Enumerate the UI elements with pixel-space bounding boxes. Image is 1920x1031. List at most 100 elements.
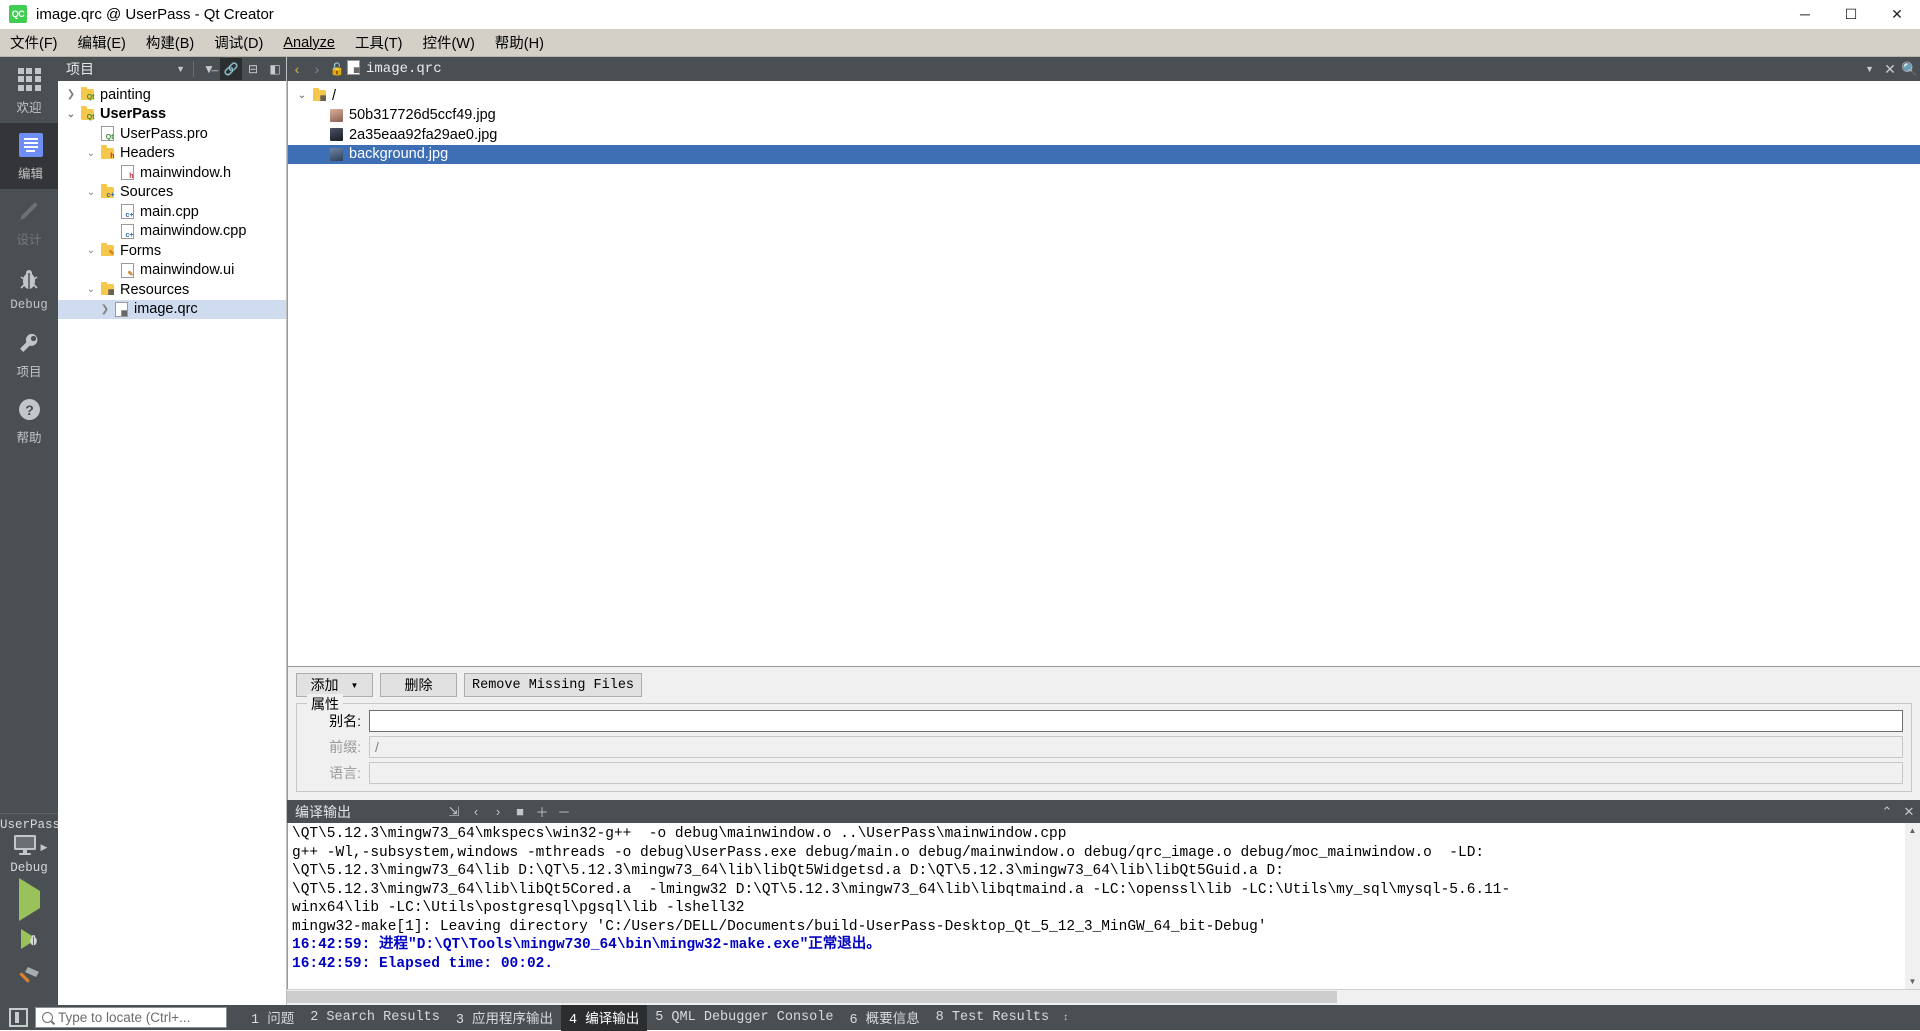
- menu-edit[interactable]: 编辑(E): [68, 29, 136, 56]
- chevron-down-icon[interactable]: ⌄: [84, 187, 98, 198]
- output-pane-title: 编译输出: [295, 803, 351, 820]
- wrap-icon[interactable]: ⇲: [443, 801, 465, 823]
- tree-item-mainwindow-h[interactable]: h mainwindow.h: [58, 163, 286, 183]
- menu-file[interactable]: 文件(F): [0, 29, 68, 56]
- output-tab-search-results[interactable]: 2 Search Results: [302, 1007, 448, 1028]
- alias-input[interactable]: [369, 710, 1903, 732]
- output-tab-application-output[interactable]: 3 应用程序输出: [448, 1004, 561, 1031]
- chevron-left-icon[interactable]: ‹: [465, 801, 487, 823]
- menu-tools[interactable]: 工具(T): [345, 29, 413, 56]
- maximize-button[interactable]: ☐: [1828, 0, 1874, 28]
- split-icon[interactable]: ⊟: [242, 58, 264, 80]
- updown-icon[interactable]: ↕: [1063, 1012, 1068, 1022]
- chevron-down-icon[interactable]: ⌄: [84, 148, 98, 159]
- alias-row: 别名:: [305, 710, 1903, 732]
- scroll-up-icon[interactable]: ▲: [1905, 823, 1920, 838]
- mode-debug[interactable]: Debug: [0, 255, 58, 321]
- output-tab-test-results[interactable]: 8 Test Results: [928, 1007, 1057, 1028]
- close-editor-icon[interactable]: ✕: [1880, 61, 1900, 78]
- output-tab-issues[interactable]: 1 问题: [243, 1004, 302, 1031]
- menu-build[interactable]: 构建(B): [136, 29, 204, 56]
- chevron-down-icon[interactable]: ▼: [176, 64, 185, 74]
- tree-item-sources[interactable]: ⌄ c+ Sources: [58, 183, 286, 203]
- forward-icon[interactable]: ›: [307, 61, 327, 77]
- tree-item-headers[interactable]: ⌄ h Headers: [58, 144, 286, 164]
- tree-item-userpass[interactable]: ⌄ Qt UserPass: [58, 105, 286, 125]
- qrc-file-row[interactable]: 50b317726d5ccf49.jpg: [288, 106, 1920, 126]
- scroll-down-icon[interactable]: ▼: [1905, 974, 1920, 989]
- chevron-up-icon[interactable]: ⌃: [1876, 801, 1898, 823]
- output-tab-qml-debugger-console[interactable]: 5 QML Debugger Console: [647, 1007, 841, 1028]
- minus-icon[interactable]: －: [553, 801, 575, 823]
- remove-missing-files-label: Remove Missing Files: [472, 677, 635, 693]
- qrc-prefix-row[interactable]: ⌄ ▦ /: [288, 86, 1920, 106]
- minimize-button[interactable]: ─: [1782, 0, 1828, 28]
- kit-caret-icon: ▶: [40, 841, 48, 852]
- debug-button[interactable]: [0, 919, 58, 959]
- output-vertical-scrollbar[interactable]: ▲ ▼: [1905, 823, 1920, 989]
- scrollbar-thumb[interactable]: [287, 991, 1337, 1003]
- menu-analyze[interactable]: Analyze: [273, 32, 345, 54]
- tree-item-userpass-pro[interactable]: Qt UserPass.pro: [58, 124, 286, 144]
- chevron-right-icon[interactable]: ›: [487, 801, 509, 823]
- output-line: \QT\5.12.3\mingw73_64\lib D:\QT\5.12.3\m…: [292, 863, 1284, 879]
- tree-item-painting[interactable]: ❯ Qt painting: [58, 85, 286, 105]
- kit-config-name: Debug: [10, 861, 48, 875]
- chevron-down-icon[interactable]: ⌄: [294, 90, 310, 101]
- output-tab-compile-output[interactable]: 4 编译输出: [561, 1004, 648, 1031]
- mode-welcome-label: 欢迎: [16, 101, 42, 115]
- menu-debug[interactable]: 调试(D): [204, 29, 273, 56]
- tree-item-mainwindow-cpp[interactable]: c+ mainwindow.cpp: [58, 222, 286, 242]
- run-button[interactable]: [0, 877, 58, 921]
- plus-icon[interactable]: ＋: [531, 801, 553, 823]
- chevron-down-icon[interactable]: ⌄: [64, 109, 78, 120]
- tree-item-main-cpp[interactable]: c+ main.cpp: [58, 202, 286, 222]
- mode-help[interactable]: ? 帮助: [0, 387, 58, 453]
- stop-icon[interactable]: ■: [509, 801, 531, 823]
- close-icon[interactable]: ✕: [1898, 801, 1920, 823]
- mode-design-label: 设计: [16, 233, 42, 247]
- remove-button[interactable]: 删除: [380, 673, 457, 697]
- tree-item-label: UserPass: [100, 106, 167, 123]
- qrc-file-tree[interactable]: ⌄ ▦ / 50b317726d5ccf49.jpg 2a35eaa92fa29…: [288, 81, 1920, 666]
- close-pane-icon[interactable]: ◧: [264, 58, 286, 80]
- chevron-down-icon[interactable]: ⌄: [84, 284, 98, 295]
- locator-input[interactable]: Type to locate (Ctrl+...: [35, 1007, 227, 1028]
- question-icon: ?: [17, 394, 42, 424]
- menu-help[interactable]: 帮助(H): [485, 29, 554, 56]
- build-button[interactable]: [0, 959, 58, 999]
- project-tree[interactable]: ❯ Qt painting ⌄ Qt UserPass Qt UserPass.…: [58, 81, 286, 1005]
- chevron-right-icon[interactable]: ❯: [98, 304, 112, 315]
- link-icon[interactable]: 🔗: [220, 58, 242, 80]
- tree-item-resources[interactable]: ⌄ ▦ Resources: [58, 280, 286, 300]
- remove-missing-files-button[interactable]: Remove Missing Files: [464, 673, 643, 697]
- chevron-right-icon[interactable]: ❯: [64, 89, 78, 100]
- qrc-file-row-selected[interactable]: background.jpg: [288, 144, 1920, 164]
- tree-item-mainwindow-ui[interactable]: ✎ mainwindow.ui: [58, 261, 286, 281]
- output-pane-body[interactable]: \QT\5.12.3\mingw73_64\mkspecs\win32-g++ …: [287, 823, 1920, 989]
- chevron-down-icon[interactable]: ▼: [351, 681, 359, 690]
- close-button[interactable]: ✕: [1874, 0, 1920, 28]
- unlocked-icon[interactable]: 🔓: [327, 62, 347, 76]
- back-icon[interactable]: ‹: [287, 61, 307, 77]
- output-tab-general-messages[interactable]: 6 概要信息: [841, 1004, 927, 1031]
- h-file-icon: h: [118, 165, 136, 181]
- qrc-file-row[interactable]: 2a35eaa92fa29ae0.jpg: [288, 125, 1920, 145]
- sidebar-toggle-icon[interactable]: [9, 1008, 28, 1027]
- menu-window[interactable]: 控件(W): [412, 29, 484, 56]
- mode-welcome[interactable]: 欢迎: [0, 57, 58, 123]
- tree-item-label: mainwindow.ui: [140, 262, 235, 279]
- kit-selector[interactable]: UserPass ▶ Debug: [0, 813, 60, 879]
- tree-item-forms[interactable]: ⌄ ✎ Forms: [58, 241, 286, 261]
- mode-projects[interactable]: 项目: [0, 321, 58, 387]
- tree-item-image-qrc[interactable]: ❯ ▦ image.qrc: [58, 299, 286, 319]
- mode-edit[interactable]: 编辑: [0, 123, 58, 189]
- cpp-file-icon: c+: [118, 223, 136, 239]
- output-horizontal-scrollbar[interactable]: [287, 989, 1920, 1005]
- split-editor-icon[interactable]: 🔍: [1900, 61, 1920, 78]
- editor-file-tab[interactable]: ▦ image.qrc: [347, 60, 442, 78]
- chevron-down-icon[interactable]: ⌄: [84, 245, 98, 256]
- mode-design[interactable]: 设计: [0, 189, 58, 255]
- filter-icon[interactable]: ▼̶: [198, 58, 220, 80]
- chevron-down-icon[interactable]: ▼: [1865, 64, 1874, 74]
